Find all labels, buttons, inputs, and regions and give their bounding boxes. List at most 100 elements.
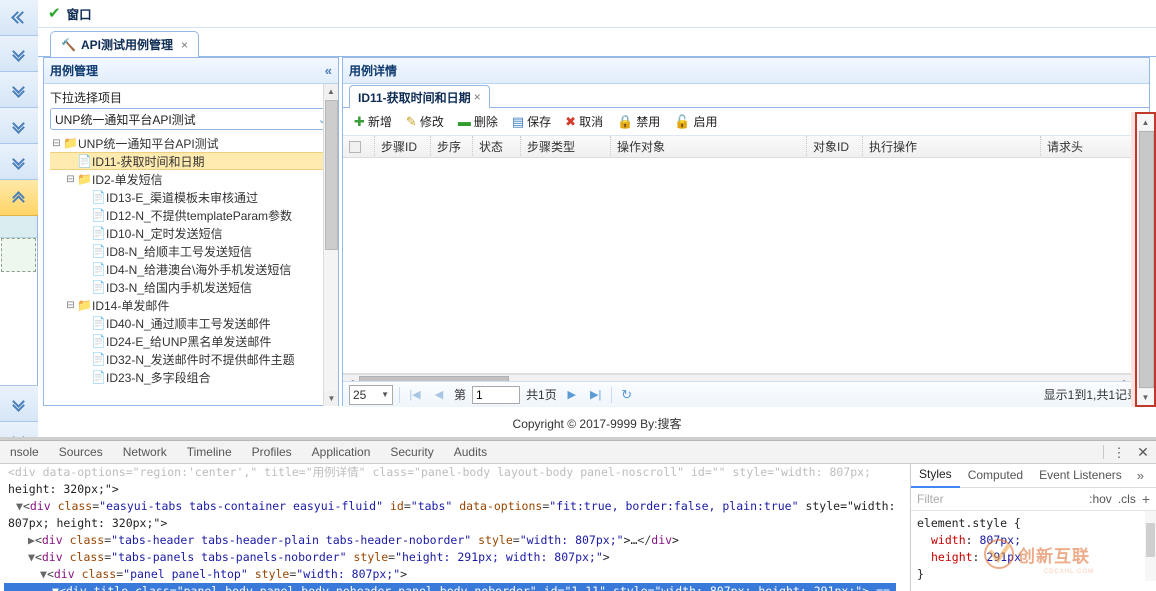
add-button[interactable]: ✚新增 (349, 111, 397, 132)
tree-node[interactable]: 📄ID32-N_发送邮件时不提供邮件主题 (50, 350, 338, 368)
dom-code-line[interactable]: 807px; height: 320px;"> (4, 515, 896, 532)
project-select[interactable]: UNP统一通知平台API测试 ⌄ (50, 108, 332, 130)
enable-button[interactable]: 🔓启用 (669, 111, 722, 132)
tab-label: API测试用例管理 (81, 36, 173, 53)
file-icon: 📄 (91, 262, 106, 276)
scroll-up-arrow-icon[interactable]: ▲ (324, 84, 338, 99)
last-page-button[interactable]: ▶| (587, 386, 605, 404)
dom-code-line[interactable]: height: 320px;"> (4, 481, 896, 498)
tab-api-case-management[interactable]: 🔨 API测试用例管理 × (50, 31, 199, 57)
scroll-thumb[interactable] (1146, 523, 1155, 557)
css-property: height (931, 550, 973, 564)
column-header: 步序 (431, 136, 473, 158)
sub-tab-close-icon[interactable]: × (474, 90, 481, 104)
tree-node[interactable]: 📄ID12-N_不提供templateParam参数 (50, 206, 338, 224)
add-rule-button[interactable]: + (1142, 491, 1150, 507)
tree-node[interactable]: 📄ID23-N_多字段组合 (50, 368, 338, 386)
devtools-panel: nsoleSourcesNetworkTimelineProfilesAppli… (0, 440, 1156, 591)
styles-tab-computed[interactable]: Computed (960, 464, 1031, 487)
tree-vertical-scrollbar[interactable]: ▲ ▼ (323, 84, 338, 406)
delete-button[interactable]: ▬删除 (453, 111, 503, 132)
tree-node[interactable]: 📄ID40-N_通过顺丰工号发送邮件 (50, 314, 338, 332)
rail-section-6-active-button[interactable] (0, 180, 38, 216)
cancel-button[interactable]: ✖取消 (560, 111, 608, 132)
tree-toggle-icon[interactable]: ⊟ (50, 138, 63, 149)
tree-node[interactable]: 📄ID4-N_给港澳台\海外手机发送短信 (50, 260, 338, 278)
folder-icon: 📁 (63, 136, 78, 150)
dom-code-line[interactable]: <div data-options="region:'center'," tit… (4, 464, 896, 481)
scroll-down-arrow-icon[interactable]: ▼ (1137, 389, 1154, 405)
tree-node[interactable]: 📄ID13-E_渠道模板未审核通过 (50, 188, 338, 206)
dom-code-line[interactable]: ▼<div class="panel panel-htop" style="wi… (4, 566, 896, 583)
styles-scrollbar[interactable] (1145, 511, 1156, 581)
disable-button[interactable]: 🔒禁用 (612, 111, 665, 132)
tree-node[interactable]: 📄ID11-获取时间和日期 (50, 152, 338, 170)
tab-close-icon[interactable]: × (181, 38, 188, 52)
save-icon: ▤ (512, 115, 524, 128)
dom-code-line[interactable]: ▶<div class="tabs-header tabs-header-pla… (4, 532, 896, 549)
dom-code-line[interactable]: ▼<div title class="panel-body panel-body… (4, 583, 896, 591)
tree-node[interactable]: 📄ID3-N_给国内手机发送短信 (50, 278, 338, 296)
rail-collapse-all-button[interactable] (0, 0, 38, 36)
next-page-button[interactable]: ▶ (563, 386, 581, 404)
rail-section-2-button[interactable] (0, 36, 38, 72)
delete-button-label: 删除 (474, 113, 498, 130)
css-declaration[interactable]: height: 291px (917, 549, 1150, 566)
dom-code-line[interactable]: ▼<div class="tabs-panels tabs-panels-nob… (4, 549, 896, 566)
styles-tab-styles[interactable]: Styles (911, 463, 960, 488)
tree-node[interactable]: ⊟📁ID14-单发邮件 (50, 296, 338, 314)
tree-toggle-icon[interactable]: ⊟ (64, 300, 77, 311)
tree-node[interactable]: 📄ID24-E_给UNP黑名单发送邮件 (50, 332, 338, 350)
chevron-down-double-icon (13, 119, 26, 132)
save-button[interactable]: ▤保存 (507, 111, 556, 132)
case-tree: ⊟📁UNP统一通知平台API测试📄ID11-获取时间和日期⊟📁ID2-单发短信📄… (44, 130, 338, 386)
rail-section-4-button[interactable] (0, 108, 38, 144)
dom-tree-code[interactable]: <div data-options="region:'center'," tit… (0, 464, 896, 591)
tab-case-id11[interactable]: ID11-获取时间和日期 × (349, 85, 490, 108)
rail-section-5-button[interactable] (0, 144, 38, 180)
devtools-tab-network[interactable]: Network (113, 441, 177, 464)
styles-more-icon[interactable]: » (1130, 468, 1151, 483)
file-icon: 📄 (91, 226, 106, 240)
page-number-input[interactable] (472, 386, 520, 404)
collapse-panel-icon[interactable]: « (325, 63, 332, 78)
chevron-left-double-icon (13, 11, 26, 24)
prev-page-button[interactable]: ◀ (430, 386, 448, 404)
devtools-tab-application[interactable]: Application (302, 441, 381, 464)
styles-filter-input[interactable]: Filter (917, 492, 1083, 506)
page-vertical-scrollbar[interactable]: ▲ ▼ (1135, 112, 1156, 407)
tree-toggle-icon[interactable]: ⊟ (64, 174, 77, 185)
styles-rules[interactable]: element.style {width: 807px;height: 291p… (911, 511, 1156, 587)
dom-code-line[interactable]: ▼<div class="easyui-tabs tabs-container … (4, 498, 896, 515)
select-all-checkbox[interactable] (349, 141, 361, 153)
select-all-header (343, 136, 375, 158)
refresh-button[interactable]: ↻ (618, 386, 636, 404)
hov-toggle[interactable]: :hov (1089, 492, 1112, 506)
tree-node[interactable]: 📄ID8-N_给顺丰工号发送短信 (50, 242, 338, 260)
tree-node[interactable]: ⊟📁ID2-单发短信 (50, 170, 338, 188)
tree-node-label: UNP统一通知平台API测试 (78, 135, 219, 152)
devtools-tab-timeline[interactable]: Timeline (177, 441, 242, 464)
scroll-thumb[interactable] (325, 100, 338, 250)
cls-toggle[interactable]: .cls (1118, 492, 1136, 506)
edit-button[interactable]: ✎修改 (401, 111, 449, 132)
tree-node[interactable]: ⊟📁UNP统一通知平台API测试 (50, 134, 338, 152)
styles-tab-event-listeners[interactable]: Event Listeners (1031, 464, 1130, 487)
devtools-tab-security[interactable]: Security (380, 441, 443, 464)
styles-sidebar: StylesComputedEvent Listeners» Filter :h… (910, 464, 1156, 591)
devtools-tab-nsole[interactable]: nsole (0, 441, 49, 464)
devtools-menu-icon[interactable]: ⋮ (1108, 441, 1130, 464)
scroll-thumb[interactable] (1139, 131, 1154, 388)
devtools-tab-profiles[interactable]: Profiles (242, 441, 302, 464)
first-page-button[interactable]: |◀ (406, 386, 424, 404)
scroll-down-arrow-icon[interactable]: ▼ (324, 391, 338, 406)
css-declaration[interactable]: width: 807px; (917, 532, 1150, 549)
rail-section-3-button[interactable] (0, 72, 38, 108)
tree-node[interactable]: 📄ID10-N_定时发送短信 (50, 224, 338, 242)
rail-section-7-button[interactable] (0, 386, 38, 422)
devtools-close-icon[interactable]: ✕ (1130, 441, 1156, 464)
devtools-tab-sources[interactable]: Sources (49, 441, 113, 464)
devtools-tab-audits[interactable]: Audits (444, 441, 497, 464)
scroll-up-arrow-icon[interactable]: ▲ (1137, 114, 1154, 130)
page-size-select[interactable]: 25 ▼ (349, 385, 393, 405)
